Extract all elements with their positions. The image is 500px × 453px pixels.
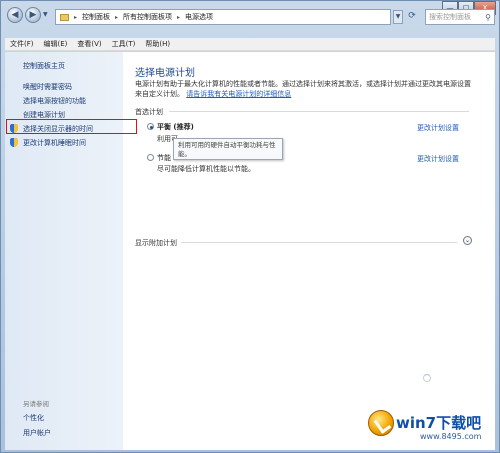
task-wake-password-link[interactable]: 唤醒时需要密码 (23, 82, 72, 92)
show-additional-plans-label[interactable]: 显示附加计划 (135, 238, 177, 248)
plan-powersaver-change-link[interactable]: 更改计划设置 (417, 154, 459, 164)
power-plan-info-link[interactable]: 请告诉我有关电源计划的详细信息 (186, 90, 291, 98)
menu-edit[interactable]: 编辑(E) (44, 39, 68, 49)
search-icon[interactable]: ⚲ (485, 11, 491, 25)
plan-powersaver-desc: 尽可能降低计算机性能以节能。 (157, 165, 255, 173)
task-sleep-time-link[interactable]: 更改计算机睡眠时间 (23, 138, 86, 148)
breadcrumb-all-items[interactable]: 所有控制面板项 (123, 12, 172, 22)
refresh-icon[interactable]: ⟳ (405, 10, 419, 24)
see-also-heading: 另请参阅 (23, 400, 49, 408)
loading-icon (423, 374, 431, 382)
menu-view[interactable]: 查看(V) (77, 39, 101, 49)
additional-plans-divider (181, 242, 457, 243)
personalization-link[interactable]: 个性化 (23, 413, 44, 423)
watermark: win7下载吧 www.8495.com (368, 408, 498, 450)
plan-tooltip: 利用可用的硬件自动平衡功耗与性能。 (173, 138, 283, 160)
plan-powersaver-radio[interactable] (147, 154, 154, 161)
plan-balanced-radio[interactable] (147, 123, 154, 130)
control-panel-home-link[interactable]: 控制面板主页 (23, 61, 65, 71)
watermark-text: win7下载吧 (396, 414, 482, 432)
highlight-box (6, 119, 137, 134)
chevron-down-icon[interactable]: ⌄ (463, 236, 472, 245)
content-area: 控制面板主页 唤醒时需要密码 选择电源按钮的功能 创建电源计划 选择关闭显示器的… (5, 52, 495, 450)
group-label: 首选计划 (135, 108, 163, 116)
watermark-logo-icon (368, 410, 394, 436)
forward-button[interactable]: ▶ (25, 7, 41, 23)
task-power-button-link[interactable]: 选择电源按钮的功能 (23, 96, 86, 106)
menu-help[interactable]: 帮助(H) (145, 39, 170, 49)
user-accounts-link[interactable]: 用户帐户 (23, 428, 51, 438)
watermark-url: www.8495.com (420, 432, 482, 441)
recent-pages-dropdown-icon[interactable]: ▼ (43, 11, 48, 18)
plan-balanced-name[interactable]: 平衡 (推荐) (157, 122, 194, 132)
main-pane: 选择电源计划 电源计划有助于最大化计算机的性能或者节能。通过选择计划来将其激活，… (123, 52, 495, 450)
breadcrumb-separator-icon[interactable]: ▸ (115, 14, 118, 21)
page-description: 电源计划有助于最大化计算机的性能或者节能。通过选择计划来将其激活，或选择计划并通… (135, 79, 475, 99)
group-divider (169, 111, 469, 112)
control-panel-icon (60, 13, 69, 21)
shield-icon (10, 138, 18, 147)
page-title: 选择电源计划 (135, 68, 195, 79)
address-bar[interactable]: ▸ 控制面板 ▸ 所有控制面板项 ▸ 电源选项 (55, 9, 391, 25)
plan-powersaver-name[interactable]: 节能 (157, 153, 171, 163)
menu-file[interactable]: 文件(F) (10, 39, 34, 49)
search-input[interactable]: 搜索控制面板 ⚲ (425, 9, 495, 25)
breadcrumb-power-options[interactable]: 电源选项 (185, 12, 213, 22)
task-pane: 控制面板主页 唤醒时需要密码 选择电源按钮的功能 创建电源计划 选择关闭显示器的… (5, 52, 137, 450)
menu-tools[interactable]: 工具(T) (112, 39, 136, 49)
address-bar-area: ◀ ▶ ▼ ▸ 控制面板 ▸ 所有控制面板项 ▸ 电源选项 ▼ ⟳ — □ X … (1, 1, 499, 31)
breadcrumb-control-panel[interactable]: 控制面板 (82, 12, 110, 22)
breadcrumb-separator-icon[interactable]: ▸ (177, 14, 180, 21)
search-placeholder: 搜索控制面板 (429, 13, 471, 21)
back-button[interactable]: ◀ (7, 7, 23, 23)
window-frame: ◀ ▶ ▼ ▸ 控制面板 ▸ 所有控制面板项 ▸ 电源选项 ▼ ⟳ — □ X … (0, 0, 500, 453)
address-dropdown-icon[interactable]: ▼ (393, 10, 403, 24)
plan-balanced-change-link[interactable]: 更改计划设置 (417, 123, 459, 133)
menu-bar: 文件(F) 编辑(E) 查看(V) 工具(T) 帮助(H) (5, 38, 495, 51)
breadcrumb-separator-icon[interactable]: ▸ (74, 14, 77, 21)
